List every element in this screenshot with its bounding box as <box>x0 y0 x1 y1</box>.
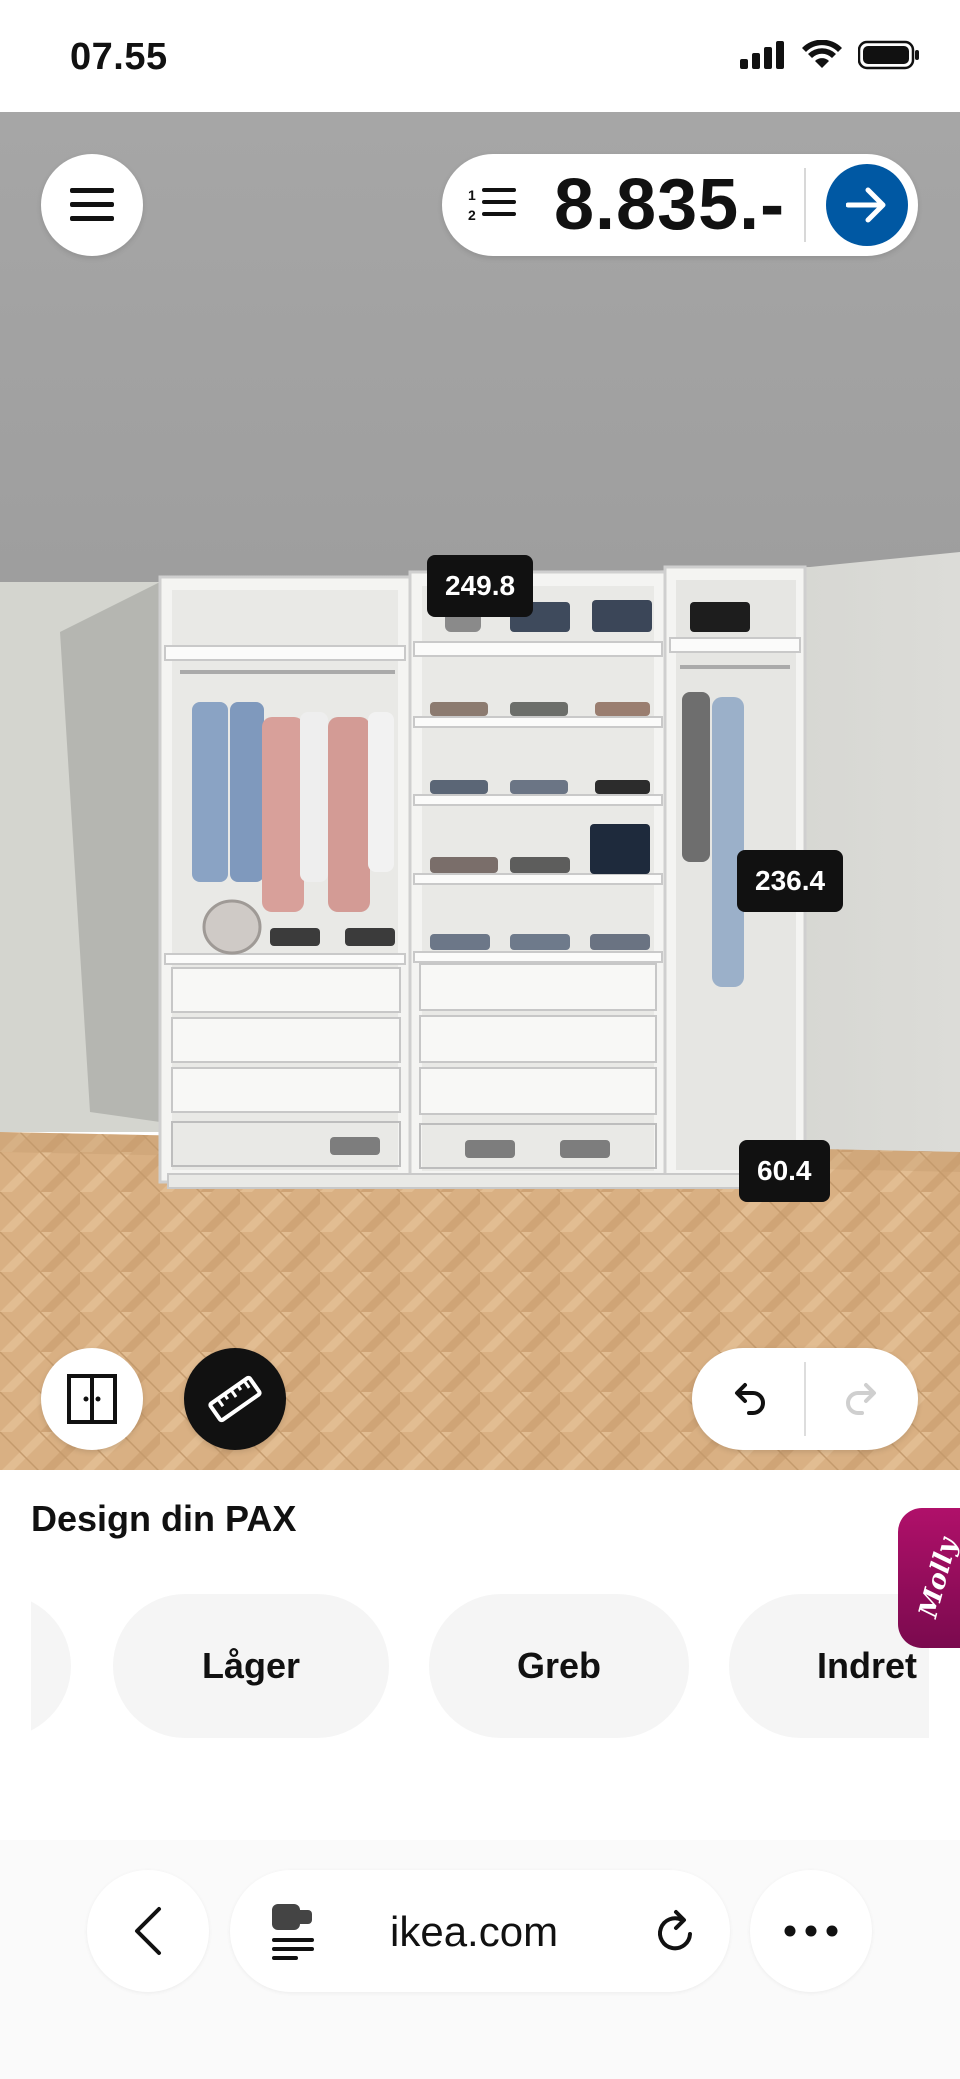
status-time: 07.55 <box>70 36 168 78</box>
battery-icon <box>858 40 919 70</box>
status-bar: 07.55 <box>0 0 960 112</box>
price-summary[interactable]: 1 2 8.835.- <box>442 154 918 256</box>
svg-text:1: 1 <box>468 187 476 203</box>
molly-assistant-tab[interactable]: Molly <box>898 1508 960 1648</box>
category-chips: Låger Greb Indret <box>31 1594 929 1738</box>
wardrobe-doors-icon <box>67 1374 117 1424</box>
chip-previous[interactable] <box>31 1594 71 1738</box>
wifi-icon <box>802 40 842 68</box>
chevron-left-icon <box>135 1907 161 1955</box>
wardrobe-3d-view[interactable]: 1 2 8.835.- 249.8 236.4 60.4 <box>0 112 960 1470</box>
browser-toolbar: ikea.com <box>0 1840 960 2079</box>
chip-interior-label: Indret <box>817 1645 918 1686</box>
chip-handles[interactable]: Greb <box>429 1594 689 1738</box>
page-settings-icon <box>272 1904 314 1960</box>
back-button[interactable] <box>87 1870 209 1992</box>
status-icons <box>740 40 920 70</box>
url-text: ikea.com <box>390 1908 559 1955</box>
ruler-icon <box>208 1375 262 1423</box>
redo-button[interactable] <box>805 1348 918 1450</box>
price-divider <box>804 168 806 242</box>
panel-title: Design din PAX <box>31 1498 297 1539</box>
molly-label: Molly <box>913 1535 960 1621</box>
room-render <box>0 112 960 1470</box>
chip-doors[interactable]: Låger <box>113 1594 389 1738</box>
toggle-doors-button[interactable] <box>41 1348 143 1450</box>
arrow-right-icon <box>846 187 886 223</box>
ellipsis-icon <box>784 1925 838 1937</box>
width-dimension-label[interactable]: 249.8 <box>427 555 534 617</box>
height-dimension-label[interactable]: 236.4 <box>737 850 844 912</box>
redo-icon <box>845 1383 876 1415</box>
depth-dimension-label[interactable]: 60.4 <box>739 1140 830 1202</box>
numbered-list-icon: 1 2 <box>468 187 516 223</box>
signal-icon <box>740 41 784 69</box>
undo-redo-group <box>692 1348 918 1450</box>
undo-icon <box>734 1383 765 1415</box>
more-options-button[interactable] <box>750 1870 872 1992</box>
reload-icon[interactable] <box>652 1906 700 1956</box>
undo-button[interactable] <box>692 1348 805 1450</box>
svg-text:2: 2 <box>468 207 476 223</box>
menu-button[interactable] <box>41 154 143 256</box>
address-bar[interactable]: ikea.com <box>230 1870 730 1992</box>
hamburger-icon <box>70 188 114 221</box>
continue-button[interactable] <box>826 164 908 246</box>
total-price: 8.835.- <box>554 165 786 245</box>
measurements-button[interactable] <box>184 1348 286 1450</box>
